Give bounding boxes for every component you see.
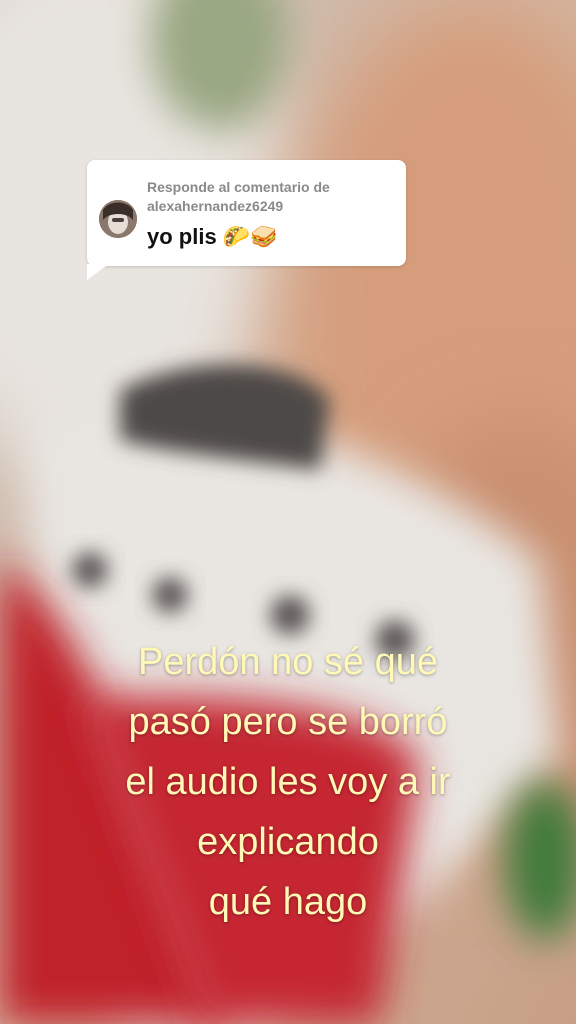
reply-card-tail: [87, 264, 109, 280]
reply-username[interactable]: alexahernandez6249: [147, 198, 283, 214]
caption-line: Perdón no sé qué: [137, 641, 438, 683]
caption-line: el audio les voy a ir: [125, 761, 451, 803]
reply-header-label: Responde al comentario de: [147, 179, 330, 195]
avatar: [99, 200, 137, 238]
caption-line: pasó pero se borró: [128, 701, 448, 743]
caption-line: explicando: [197, 821, 379, 863]
reply-comment-card[interactable]: Responde al comentario de alexahernandez…: [87, 160, 406, 280]
caption-line: qué hago: [208, 881, 368, 923]
reply-header: Responde al comentario de alexahernandez…: [147, 178, 397, 216]
video-caption: Perdón no sé qué pasó pero se borró el a…: [0, 632, 576, 932]
reply-comment-text: yo plis 🌮🥪: [147, 224, 278, 249]
